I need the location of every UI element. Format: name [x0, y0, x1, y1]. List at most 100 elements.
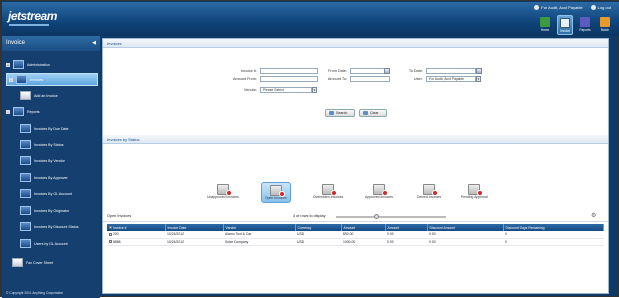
status-overridden[interactable]: Overridden Invoices: [313, 184, 343, 199]
status-approved[interactable]: Approved Invoices: [365, 184, 393, 199]
col-amount-2[interactable]: Amount: [385, 224, 428, 231]
folder-icon: [13, 60, 24, 69]
alert-badge: [278, 191, 285, 197]
sidebar-item-by-gl-account[interactable]: Invoices By GL Account: [20, 189, 72, 198]
table-row[interactable]: 8888 10/24/2012 Solar Company USD 1000.0…: [107, 238, 604, 246]
cell-days: 0: [503, 231, 604, 239]
gear-icon[interactable]: ⚙: [591, 212, 596, 219]
report-icon: [20, 239, 31, 248]
cell-invoice-no[interactable]: 8888: [107, 238, 165, 246]
vendor-select[interactable]: Please Select: [260, 87, 312, 93]
cell-discount: 0.00: [427, 238, 503, 246]
sidebar-item-by-due-date[interactable]: Invoices By Due Date: [20, 124, 69, 133]
collapse-tree-icon[interactable]: -: [9, 77, 13, 82]
sidebar-item-by-approver[interactable]: Invoices By Approver: [20, 173, 68, 182]
calendar-icon[interactable]: [384, 68, 390, 74]
open-invoices-bar: Open Invoices 4 of rows to display ⚙: [103, 211, 608, 222]
collapse-icon[interactable]: ◀: [92, 40, 96, 46]
report-icon: [20, 156, 31, 165]
amount-from-label: Amount From:: [232, 77, 257, 81]
cell-vendor: Alamo Tool & Car: [223, 231, 295, 239]
status-header: Invoices by Status: [103, 135, 608, 144]
report-icon: [20, 189, 31, 198]
sidebar: Invoice ◀ + Administration - Invoices Add a…: [2, 36, 100, 298]
user-select[interactable]: For Audit, Acct Payable: [426, 76, 476, 82]
sidebar-item-users-by-gl[interactable]: Users by GL Account: [20, 239, 68, 248]
nav-batch[interactable]: Batch: [597, 15, 613, 35]
table-row[interactable]: 200 10/24/2012 Alamo Tool & Car USD $90.…: [107, 231, 604, 239]
sidebar-item-fax-cover[interactable]: Fax Cover Sheet: [12, 258, 53, 267]
status-pending[interactable]: Pending Approval: [461, 184, 488, 199]
col-discount-days[interactable]: Discount Days Remaining: [503, 224, 604, 231]
app-logo: jetstream: [8, 9, 57, 26]
cell-date: 10/24/2012: [165, 238, 223, 246]
row-checkbox[interactable]: [109, 232, 112, 236]
rows-slider[interactable]: [336, 214, 446, 219]
col-vendor[interactable]: Vendor: [223, 224, 296, 231]
sidebar-title: Invoice ◀: [2, 36, 100, 51]
amount-to-input[interactable]: [350, 76, 390, 82]
select-all-checkbox[interactable]: [109, 226, 112, 230]
folder-icon: [16, 75, 27, 84]
sidebar-item-administration[interactable]: + Administration: [6, 60, 50, 69]
status-denied[interactable]: Denied Invoices: [417, 184, 441, 199]
status-icon: [372, 184, 388, 196]
to-date-input[interactable]: [426, 68, 476, 74]
clear-button[interactable]: Clear: [359, 109, 387, 117]
expand-icon[interactable]: +: [6, 62, 10, 67]
invoice-no-input[interactable]: [260, 68, 318, 74]
col-amount[interactable]: Amount: [341, 224, 386, 231]
nav-invoice[interactable]: Invoice: [557, 15, 573, 35]
cell-invoice-no[interactable]: 200: [107, 231, 165, 239]
invoice-no-label: Invoice #:: [240, 69, 257, 73]
status-icon: [423, 184, 439, 196]
search-icon: [329, 111, 334, 115]
chevron-down-icon[interactable]: ▾: [476, 76, 481, 82]
status-icon: [322, 184, 338, 196]
status-icon: [216, 184, 232, 196]
alert-badge: [225, 190, 232, 196]
row-checkbox[interactable]: [109, 240, 112, 244]
collapse-tree-icon[interactable]: -: [6, 109, 10, 114]
amount-to-label: Amount To:: [327, 77, 347, 81]
user-label: User:: [413, 77, 423, 81]
nav-home[interactable]: Home: [537, 15, 553, 35]
col-currency[interactable]: Currency: [295, 224, 342, 231]
top-nav: Home Invoice Reports Batch: [537, 15, 613, 35]
to-date-label: To Date:: [408, 69, 423, 73]
sidebar-item-by-vendor[interactable]: Invoices By Vendor: [20, 156, 65, 165]
cell-amount-2: 0.00: [385, 238, 427, 246]
col-discount-amount[interactable]: Discount Amount: [427, 224, 504, 231]
sidebar-item-by-discount-status[interactable]: Invoices By Discount Status: [20, 222, 79, 231]
slider-handle[interactable]: [374, 214, 379, 219]
cell-currency: USD: [295, 238, 341, 246]
alert-badge: [381, 190, 388, 196]
sidebar-item-by-status[interactable]: Invoices By Status: [20, 140, 64, 149]
search-button[interactable]: Search: [325, 109, 355, 117]
calendar-icon[interactable]: [476, 68, 482, 74]
user-info: For Audit, Acct Payable Log out: [534, 5, 611, 11]
chevron-down-icon[interactable]: ▾: [312, 87, 317, 93]
amount-from-input[interactable]: [260, 76, 318, 82]
sidebar-item-add-invoice[interactable]: Add an Invoice: [20, 91, 58, 100]
col-invoice-no[interactable]: Invoice #: [107, 224, 166, 231]
logout-link[interactable]: Log out: [590, 5, 611, 11]
fax-icon: [12, 258, 23, 267]
sidebar-item-invoices[interactable]: - Invoices: [6, 73, 98, 86]
status-unapproved[interactable]: Unapproved Invoices: [207, 184, 239, 199]
cell-currency: USD: [295, 231, 341, 239]
user-name: For Audit, Acct Payable: [534, 5, 583, 11]
cell-amount-2: 0.00: [385, 231, 427, 239]
batch-icon: [600, 17, 610, 27]
invoice-icon: [560, 18, 570, 28]
top-header: jetstream For Audit, Acct Payable Log ou…: [2, 2, 619, 36]
status-open[interactable]: Open Invoices: [261, 182, 291, 203]
nav-reports[interactable]: Reports: [577, 15, 593, 35]
sidebar-item-reports[interactable]: - Reports: [6, 107, 40, 116]
copyright: © Copyright 2011 Anything Corporation: [6, 291, 64, 295]
main-panel: Invoices Invoice #: Amount From: Vendor:…: [102, 38, 609, 294]
report-icon: [20, 222, 31, 231]
cell-days: 0: [503, 238, 604, 246]
sidebar-item-by-originator[interactable]: Invoices By Originator: [20, 206, 69, 215]
col-invoice-date[interactable]: Invoice Date: [165, 224, 224, 231]
